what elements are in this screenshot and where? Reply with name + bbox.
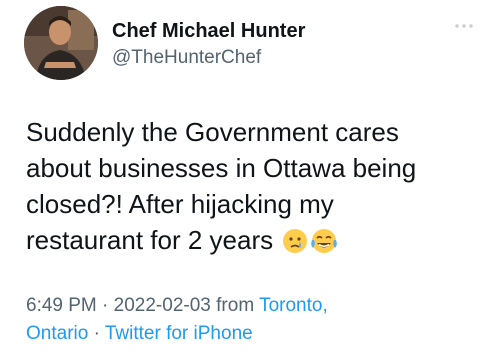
source-link[interactable]: Twitter for iPhone — [105, 323, 253, 344]
meta-separator: · — [102, 295, 109, 316]
meta-line-1: 6:49 PM · 2022-02-03 from Toronto, — [26, 292, 488, 320]
meta-separator: · — [93, 323, 100, 344]
avatar-photo — [24, 6, 98, 80]
location-link-continued[interactable]: Ontario — [26, 323, 88, 344]
tweet-text: Suddenly the Government cares about busi… — [26, 114, 488, 263]
tweet-meta: 6:49 PM · 2022-02-03 from Toronto, Ontar… — [26, 292, 488, 348]
crying-face-emoji — [282, 227, 308, 263]
tweet-text-line: about businesses in Ottawa being — [26, 153, 417, 183]
tweet-text-line: closed?! After hijacking my — [26, 189, 334, 219]
location-link[interactable]: Toronto, — [259, 295, 328, 316]
avatar[interactable] — [24, 6, 98, 80]
author-name[interactable]: Chef Michael Hunter — [112, 20, 305, 43]
author-handle[interactable]: @TheHunterChef — [112, 47, 261, 69]
from-label: from — [216, 295, 255, 316]
face-with-tears-of-joy-emoji — [310, 227, 338, 263]
tweet-text-line-last: restaurant for 2 years — [26, 222, 488, 263]
tweet-text-line: Suddenly the Government cares — [26, 117, 399, 147]
tweet-time[interactable]: 6:49 PM — [26, 295, 97, 316]
tweet-date[interactable]: 2022-02-03 — [114, 295, 211, 316]
tweet-text-line: restaurant for 2 years — [26, 225, 274, 255]
more-horizontal-icon[interactable] — [452, 18, 476, 34]
meta-line-2: Ontario · Twitter for iPhone — [26, 320, 488, 348]
